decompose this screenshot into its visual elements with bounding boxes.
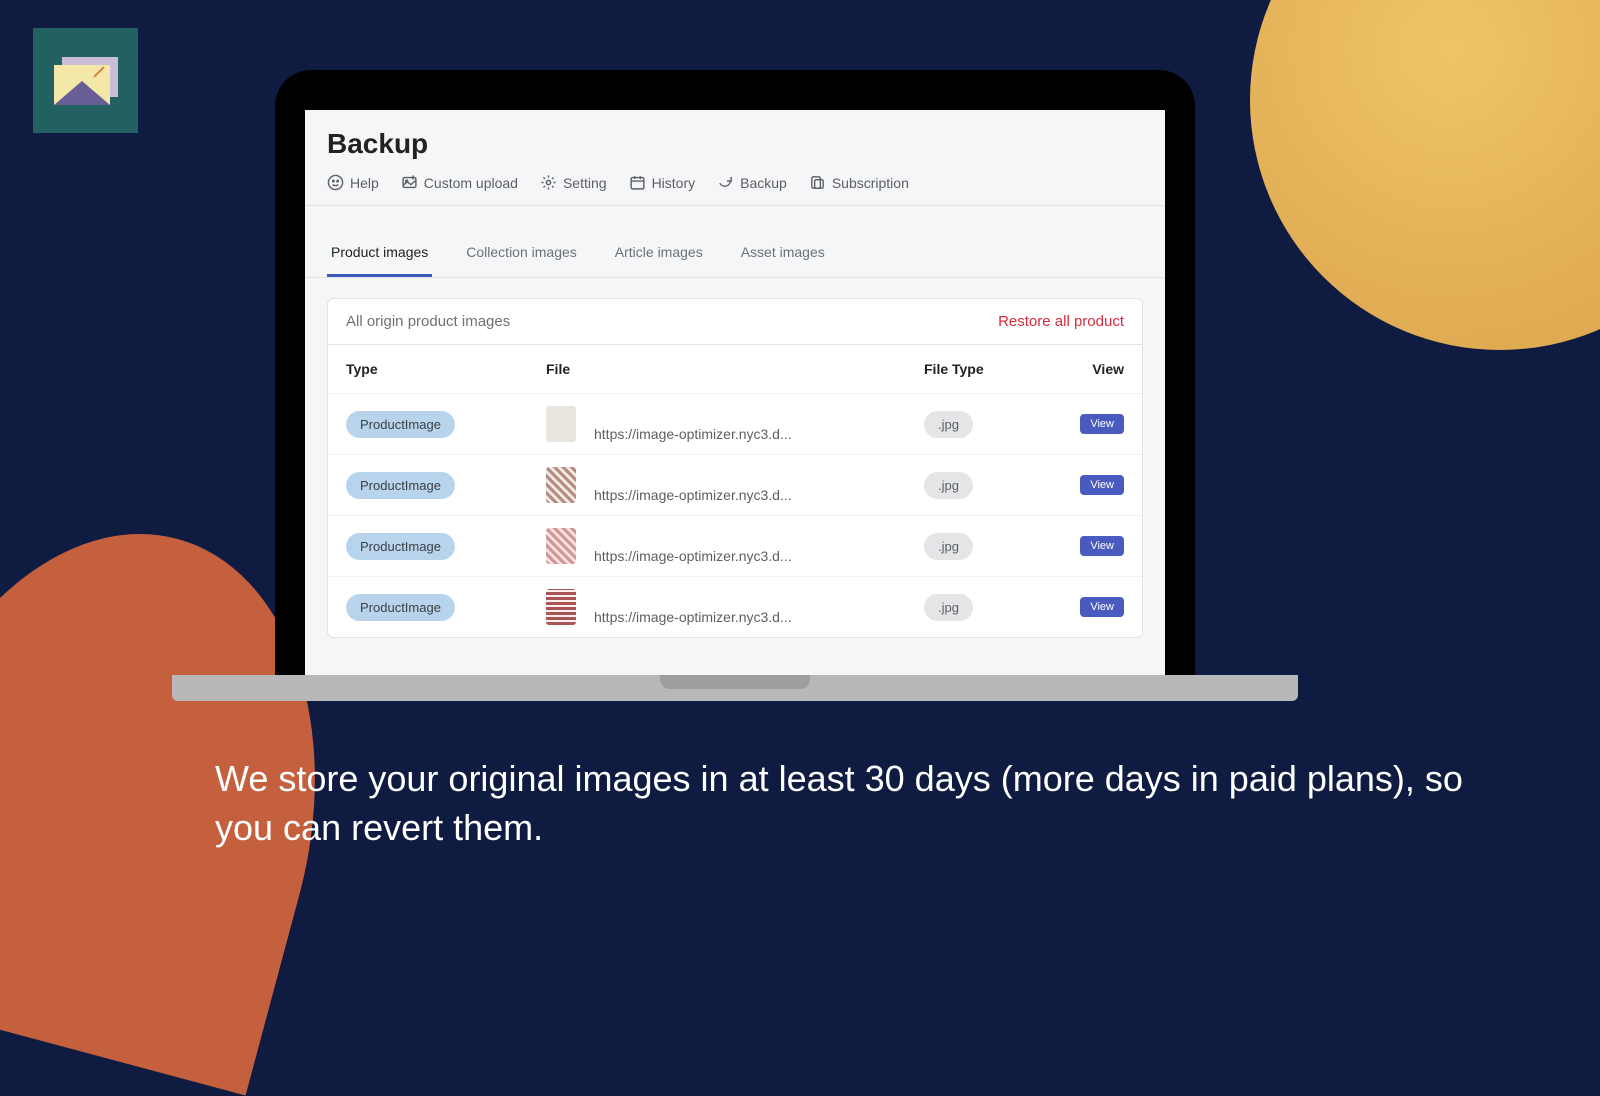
laptop-base	[172, 675, 1298, 701]
nav-label: Subscription	[832, 175, 909, 191]
col-header-view: View	[1064, 361, 1124, 377]
nav-history[interactable]: History	[629, 174, 696, 191]
subscription-icon	[809, 174, 826, 191]
marketing-caption: We store your original images in at leas…	[215, 755, 1480, 852]
thumbnail-icon	[546, 406, 576, 442]
nav-label: Setting	[563, 175, 607, 191]
nav-label: Help	[350, 175, 379, 191]
type-badge: ProductImage	[346, 472, 455, 499]
col-header-file: File	[546, 361, 924, 377]
type-badge: ProductImage	[346, 533, 455, 560]
page-title: Backup	[305, 128, 1165, 174]
file-url: https://image-optimizer.nyc3.d...	[594, 609, 792, 625]
tab-asset-images[interactable]: Asset images	[737, 234, 829, 277]
restore-all-link[interactable]: Restore all product	[998, 313, 1124, 330]
help-icon	[327, 174, 344, 191]
col-header-type: Type	[346, 361, 546, 377]
filetype-badge: .jpg	[924, 472, 973, 499]
view-button[interactable]: View	[1080, 475, 1124, 495]
decorative-shape-yellow	[1250, 0, 1600, 350]
laptop-mockup: Backup Help Custom upload	[275, 70, 1195, 701]
file-url: https://image-optimizer.nyc3.d...	[594, 548, 792, 564]
type-badge: ProductImage	[346, 411, 455, 438]
view-button[interactable]: View	[1080, 414, 1124, 434]
table-row: ProductImage https://image-optimizer.nyc…	[328, 576, 1142, 637]
table-row: ProductImage https://image-optimizer.nyc…	[328, 454, 1142, 515]
filetype-badge: .jpg	[924, 594, 973, 621]
calendar-icon	[629, 174, 646, 191]
table-row: ProductImage https://image-optimizer.nyc…	[328, 515, 1142, 576]
nav-subscription[interactable]: Subscription	[809, 174, 909, 191]
nav-backup[interactable]: Backup	[717, 174, 787, 191]
tab-product-images[interactable]: Product images	[327, 234, 432, 277]
nav-label: Custom upload	[424, 175, 518, 191]
filetype-badge: .jpg	[924, 533, 973, 560]
nav-setting[interactable]: Setting	[540, 174, 607, 191]
panel-header: All origin product images Restore all pr…	[328, 299, 1142, 345]
view-button[interactable]: View	[1080, 536, 1124, 556]
view-button[interactable]: View	[1080, 597, 1124, 617]
nav-label: History	[652, 175, 696, 191]
panel-title: All origin product images	[346, 313, 510, 330]
table-header: Type File File Type View	[328, 345, 1142, 393]
nav-custom-upload[interactable]: Custom upload	[401, 174, 518, 191]
images-panel: All origin product images Restore all pr…	[327, 298, 1143, 638]
nav-label: Backup	[740, 175, 787, 191]
thumbnail-icon	[546, 528, 576, 564]
app-logo-icon	[33, 28, 138, 133]
upload-icon	[401, 174, 418, 191]
tabs: Product images Collection images Article…	[305, 234, 1165, 278]
nav-help[interactable]: Help	[327, 174, 379, 191]
table-row: ProductImage https://image-optimizer.nyc…	[328, 393, 1142, 454]
tab-article-images[interactable]: Article images	[611, 234, 707, 277]
app-screen: Backup Help Custom upload	[305, 110, 1165, 675]
tab-collection-images[interactable]: Collection images	[462, 234, 581, 277]
type-badge: ProductImage	[346, 594, 455, 621]
col-header-filetype: File Type	[924, 361, 1064, 377]
file-url: https://image-optimizer.nyc3.d...	[594, 426, 792, 442]
thumbnail-icon	[546, 467, 576, 503]
file-url: https://image-optimizer.nyc3.d...	[594, 487, 792, 503]
gear-icon	[540, 174, 557, 191]
filetype-badge: .jpg	[924, 411, 973, 438]
refresh-icon	[717, 174, 734, 191]
thumbnail-icon	[546, 589, 576, 625]
nav-bar: Help Custom upload Setting	[305, 174, 1165, 206]
